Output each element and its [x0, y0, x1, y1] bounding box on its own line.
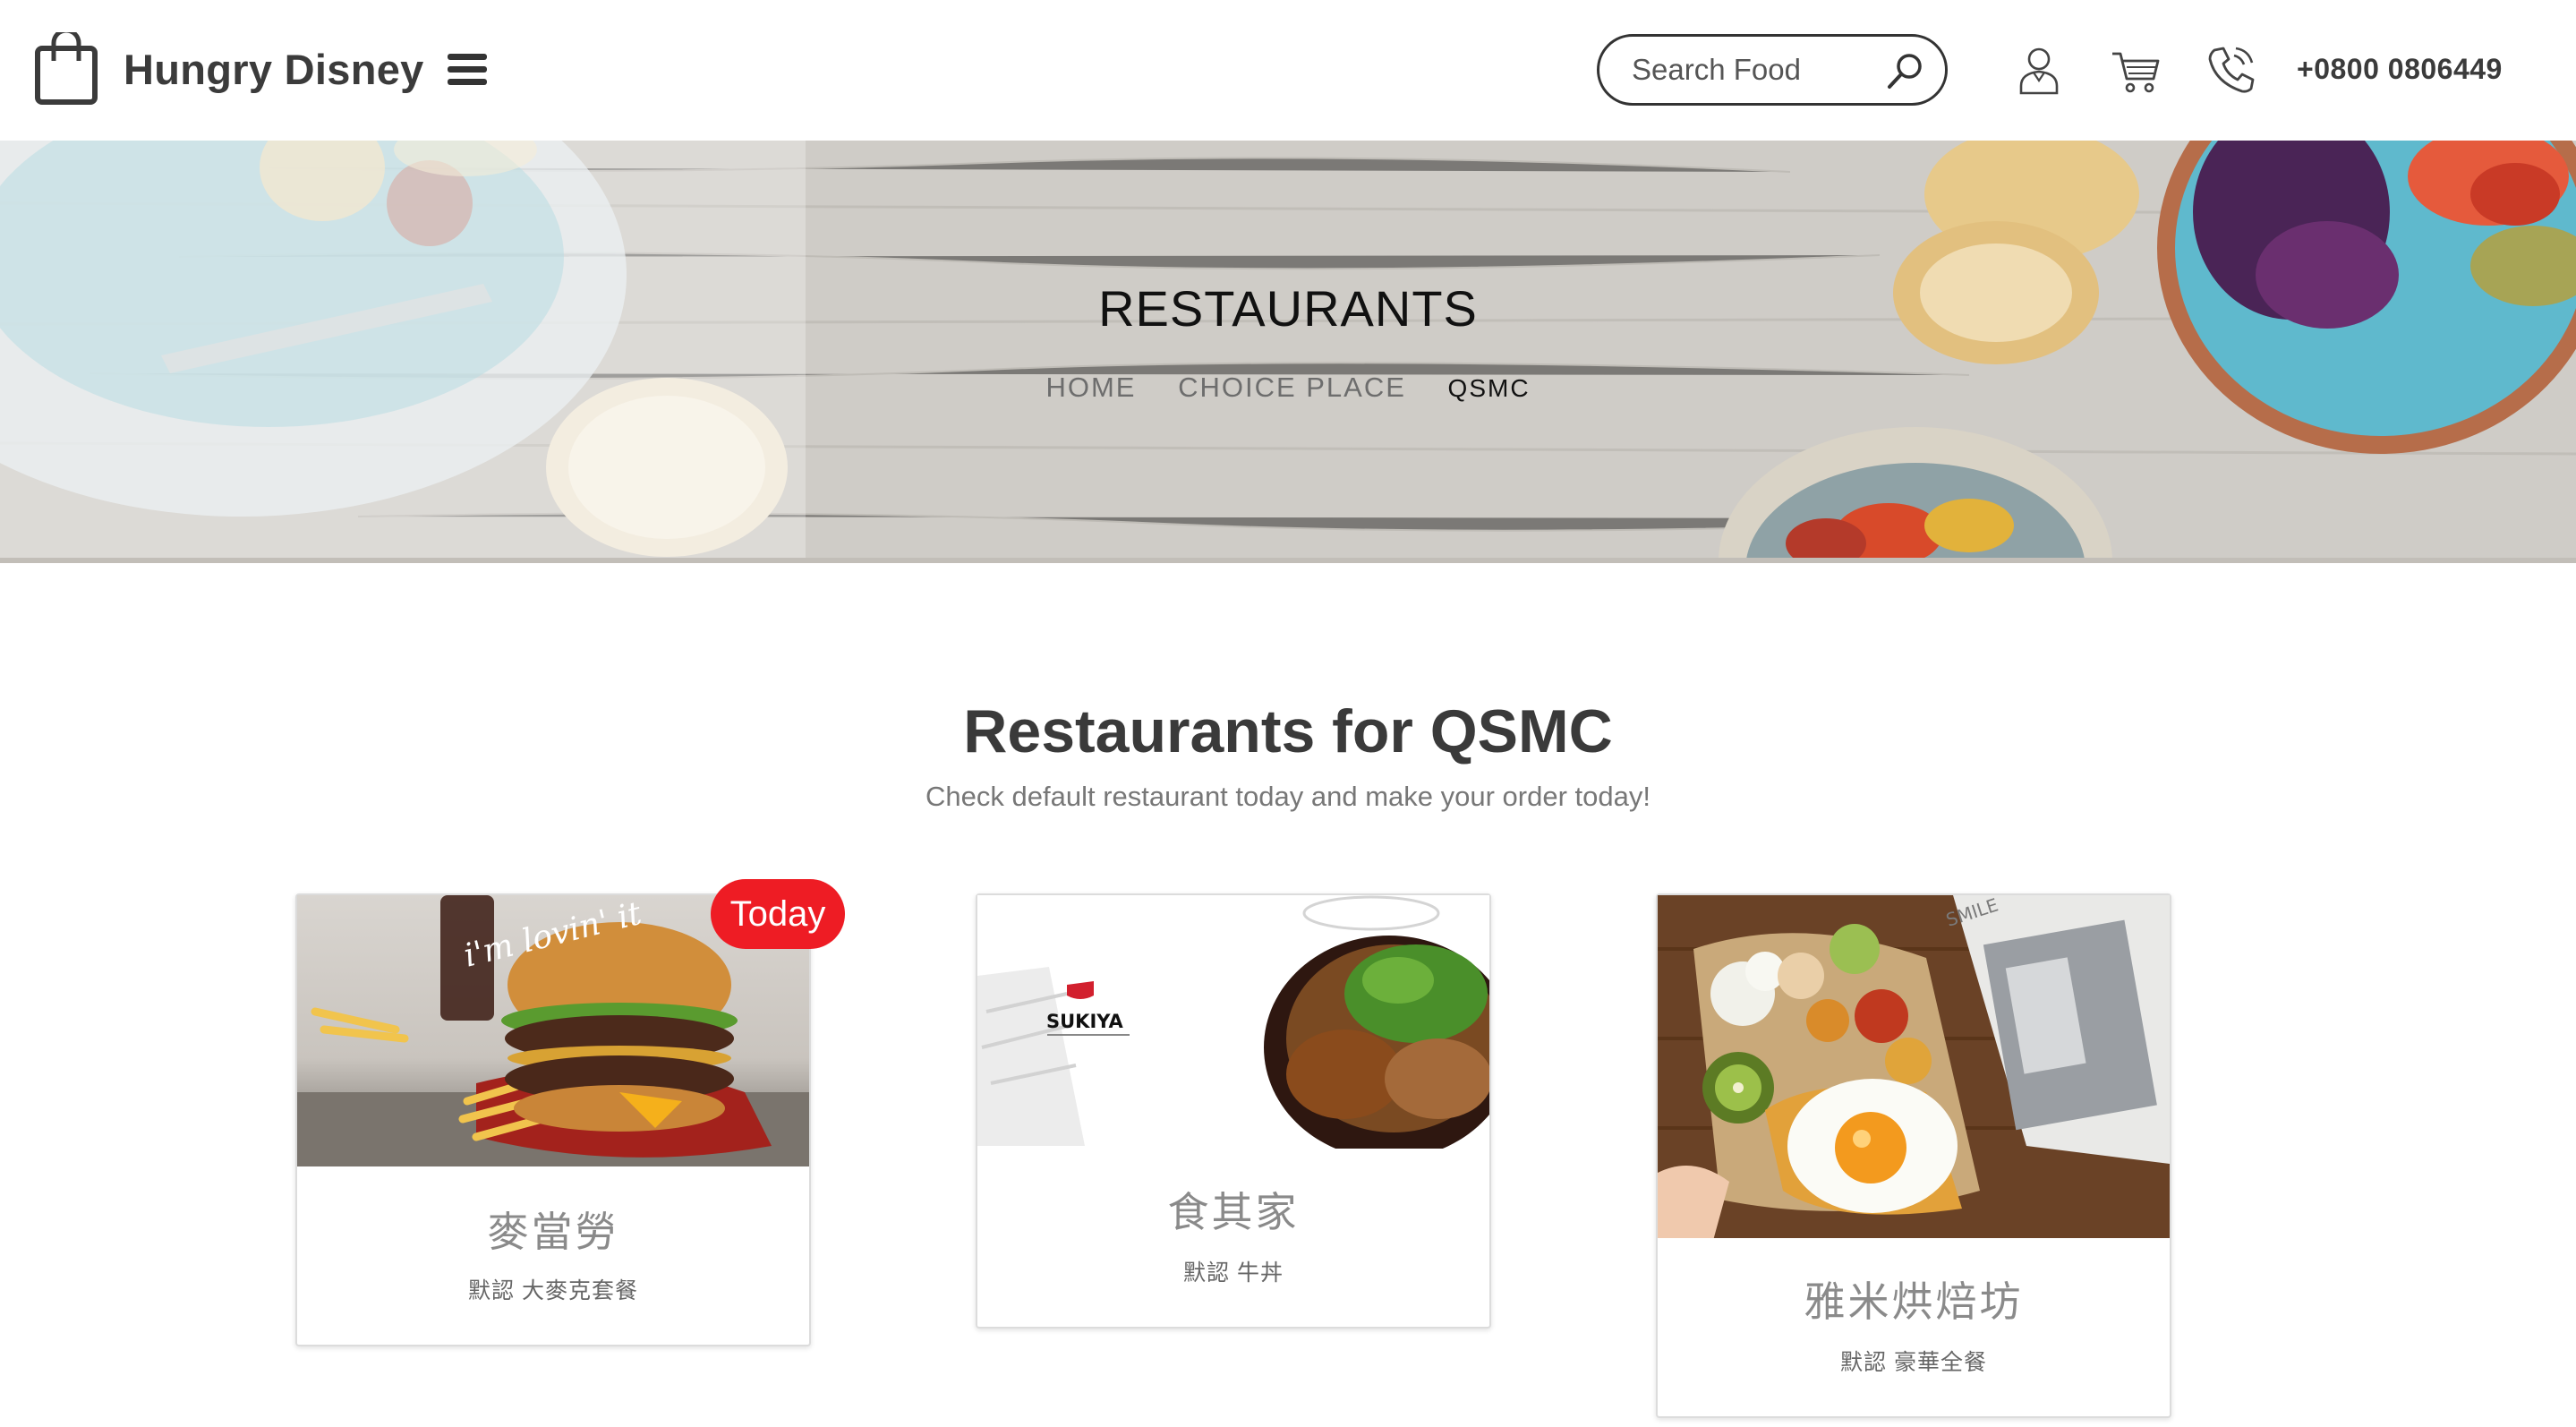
today-badge: Today — [711, 879, 845, 949]
restaurant-name: 雅米烘焙坊 — [1804, 1278, 2024, 1325]
breadcrumb-choice-place[interactable]: CHOICE PLACE — [1178, 372, 1406, 403]
menu-icon[interactable] — [448, 54, 487, 86]
shopping-bag-icon[interactable] — [34, 32, 98, 106]
breadcrumb-current: QSMC — [1447, 374, 1531, 402]
sukiya-logo: SUKIYA — [1046, 1011, 1123, 1032]
restaurant-card-mcdonalds[interactable]: i'm lovin' it 麥當勞 默認 大麥克套餐 — [295, 893, 811, 1346]
hero-background-image — [0, 141, 2576, 563]
phone-icon[interactable] — [2204, 43, 2257, 97]
cart-icon[interactable] — [2109, 43, 2162, 97]
restaurant-default-meal: 默認 豪華全餐 — [1840, 1350, 1987, 1375]
restaurant-image: SUKIYA — [977, 895, 1489, 1149]
search-icon[interactable] — [1884, 51, 1925, 92]
page-hero: RESTAURANTS HOME CHOICE PLACE QSMC — [0, 141, 2576, 563]
restaurant-card-yami-bakery[interactable]: SMILE 雅米烘焙坊 默認 豪華全餐 — [1656, 893, 2171, 1418]
restaurant-name: 食其家 — [1167, 1189, 1300, 1235]
section-subtitle: Check default restaurant today and make … — [925, 781, 1651, 812]
breadcrumb: HOME CHOICE PLACE QSMC — [0, 372, 2576, 404]
phone-number[interactable]: +0800 0806449 — [2297, 53, 2503, 86]
page-title: RESTAURANTS — [1098, 280, 1478, 337]
restaurant-name: 麥當勞 — [487, 1209, 619, 1255]
brand-name[interactable]: Hungry Disney — [124, 45, 424, 94]
restaurant-image: SMILE — [1658, 895, 2170, 1238]
search-input[interactable] — [1632, 49, 1873, 90]
restaurant-default-meal: 默認 牛丼 — [1183, 1260, 1284, 1286]
site-header: Hungry Disney +0800 0806449 — [0, 0, 2576, 141]
breadcrumb-home[interactable]: HOME — [1045, 372, 1136, 403]
restaurant-default-meal: 默認 大麥克套餐 — [468, 1278, 638, 1303]
user-icon[interactable] — [2012, 43, 2066, 97]
restaurant-card-sukiya[interactable]: SUKIYA 食其家 默認 牛丼 — [976, 893, 1491, 1329]
search-box — [1597, 34, 1948, 106]
section-title: Restaurants for QSMC — [963, 697, 1613, 765]
